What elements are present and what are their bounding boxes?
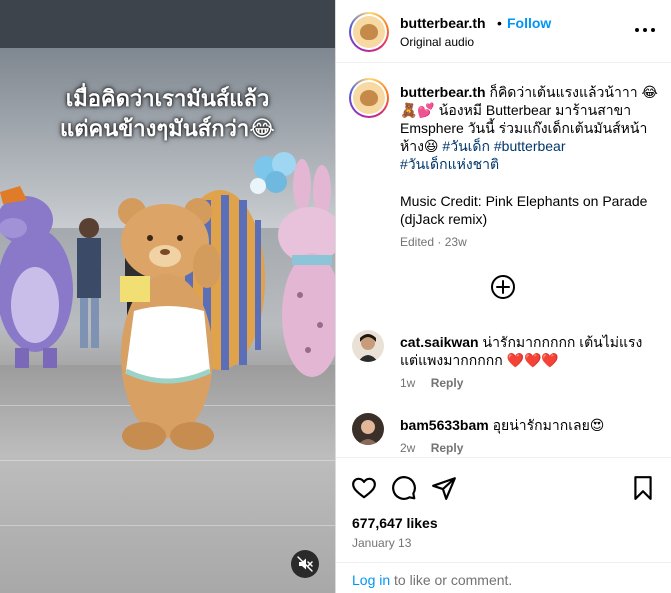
post-header: butterbear.th • Follow Original audio (336, 0, 671, 63)
edited-separator: · (437, 235, 442, 249)
muted-speaker-icon (297, 556, 313, 572)
pink-bunny-mascot (278, 159, 335, 377)
plus-circle-icon[interactable] (490, 274, 516, 300)
video-caption-line-2: แต่คนข้างๆมันส์กว่า😂 (60, 116, 275, 141)
post-date[interactable]: January 13 (352, 536, 411, 550)
comment-time[interactable]: 1w (400, 376, 415, 390)
reply-button[interactable]: Reply (431, 441, 464, 455)
hashtag-link[interactable]: #วันเด็ก (442, 138, 490, 154)
comment-username[interactable]: cat.saikwan (400, 334, 479, 350)
music-credit: Music Credit: Pink Elephants on Parade (… (400, 193, 648, 227)
bookmark-icon[interactable] (630, 475, 656, 501)
video-player[interactable]: เมื่อคิดว่าเรามันส์แล้ว แต่คนข้างๆมันส์ก… (0, 0, 335, 593)
reply-button[interactable]: Reply (431, 376, 464, 390)
caption-username[interactable]: butterbear.th (400, 84, 486, 100)
edited-time[interactable]: 23w (445, 235, 467, 249)
mute-toggle-button[interactable] (291, 550, 319, 578)
comment-body: อุยน่ารักมากเลย😍 (492, 417, 605, 433)
heart-icon[interactable] (351, 475, 377, 501)
share-icon[interactable] (431, 475, 457, 501)
hashtag-link[interactable]: #วันเด็กแห่งชาติ (400, 156, 499, 172)
hashtag-link[interactable]: #butterbear (494, 138, 566, 154)
header-username[interactable]: butterbear.th (400, 15, 486, 31)
header-separator: • (497, 15, 502, 31)
building-roof (0, 0, 335, 48)
butterbear-mascot (118, 198, 221, 450)
avatar[interactable] (352, 413, 384, 445)
comment-text: bam5633bam อุยน่ารักมากเลย😍 (400, 416, 660, 434)
comment-meta: 2w Reply (400, 441, 463, 455)
avatar[interactable] (349, 78, 389, 118)
login-link[interactable]: Log in (352, 572, 390, 588)
follow-button[interactable]: Follow (507, 15, 551, 31)
avatar[interactable] (352, 330, 384, 362)
caption-text: butterbear.th ก็คิดว่าเต้นแรงแล้วน้าาา 😂… (400, 83, 662, 173)
audio-link[interactable]: Original audio (400, 35, 474, 49)
login-prompt-text: to like or comment. (390, 572, 513, 588)
comment-icon[interactable] (391, 475, 417, 501)
post-actions: 677,647 likes January 13 Log in to like … (336, 457, 671, 593)
post-side-panel: butterbear.th • Follow Original audio bu… (335, 0, 671, 593)
comment-time[interactable]: 2w (400, 441, 415, 455)
login-bar: Log in to like or comment. (336, 562, 671, 593)
comment-username[interactable]: bam5633bam (400, 417, 489, 433)
instagram-post-view: เมื่อคิดว่าเรามันส์แล้ว แต่คนข้างๆมันส์ก… (0, 0, 671, 593)
avatar[interactable] (349, 12, 389, 52)
hippo-mascot (0, 186, 73, 368)
post-content-scroll[interactable]: butterbear.th ก็คิดว่าเต้นแรงแล้วน้าาา 😂… (336, 64, 671, 456)
video-caption-line-1: เมื่อคิดว่าเรามันส์แล้ว (65, 86, 270, 111)
login-prompt: Log in to like or comment. (352, 572, 512, 588)
comment-text: cat.saikwan น่ารักมากกกกก เต้นไม่แรงแต่แ… (400, 333, 660, 369)
likes-count[interactable]: 677,647 likes (352, 515, 438, 531)
comment-meta: 1w Reply (400, 376, 463, 390)
edited-meta: Edited · 23w (400, 235, 467, 249)
edited-label: Edited (400, 235, 435, 249)
more-options-icon[interactable] (633, 20, 657, 40)
